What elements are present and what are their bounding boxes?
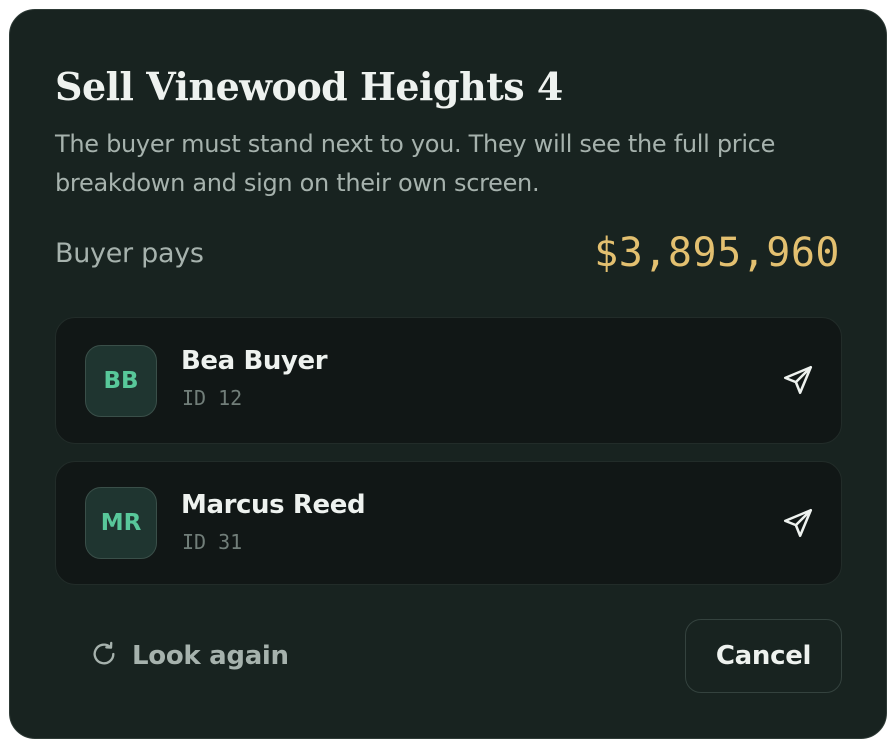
refresh-icon bbox=[90, 640, 118, 672]
buyer-card[interactable]: BB Bea Buyer ID 12 bbox=[55, 317, 842, 444]
look-again-button[interactable]: Look again bbox=[90, 640, 289, 672]
dialog-subtitle: The buyer must stand next to you. They w… bbox=[55, 130, 776, 197]
buyer-id: ID 31 bbox=[182, 530, 243, 554]
buyer-name: Bea Buyer bbox=[181, 346, 328, 376]
send-icon[interactable] bbox=[781, 363, 815, 397]
buyer-pays-amount: $3,895,960 bbox=[594, 230, 840, 276]
buyer-pays-label: Buyer pays bbox=[55, 238, 204, 269]
look-again-label: Look again bbox=[132, 641, 289, 671]
avatar: MR bbox=[85, 487, 157, 559]
sell-property-dialog: Sell Vinewood Heights 4 The buyer must s… bbox=[9, 9, 887, 739]
avatar: BB bbox=[85, 345, 157, 417]
cancel-button[interactable]: Cancel bbox=[685, 619, 842, 693]
dialog-title: Sell Vinewood Heights 4 bbox=[55, 64, 563, 109]
buyer-card[interactable]: MR Marcus Reed ID 31 bbox=[55, 461, 842, 585]
send-icon[interactable] bbox=[781, 506, 815, 540]
buyer-id: ID 12 bbox=[182, 386, 243, 410]
buyer-name: Marcus Reed bbox=[181, 490, 366, 520]
